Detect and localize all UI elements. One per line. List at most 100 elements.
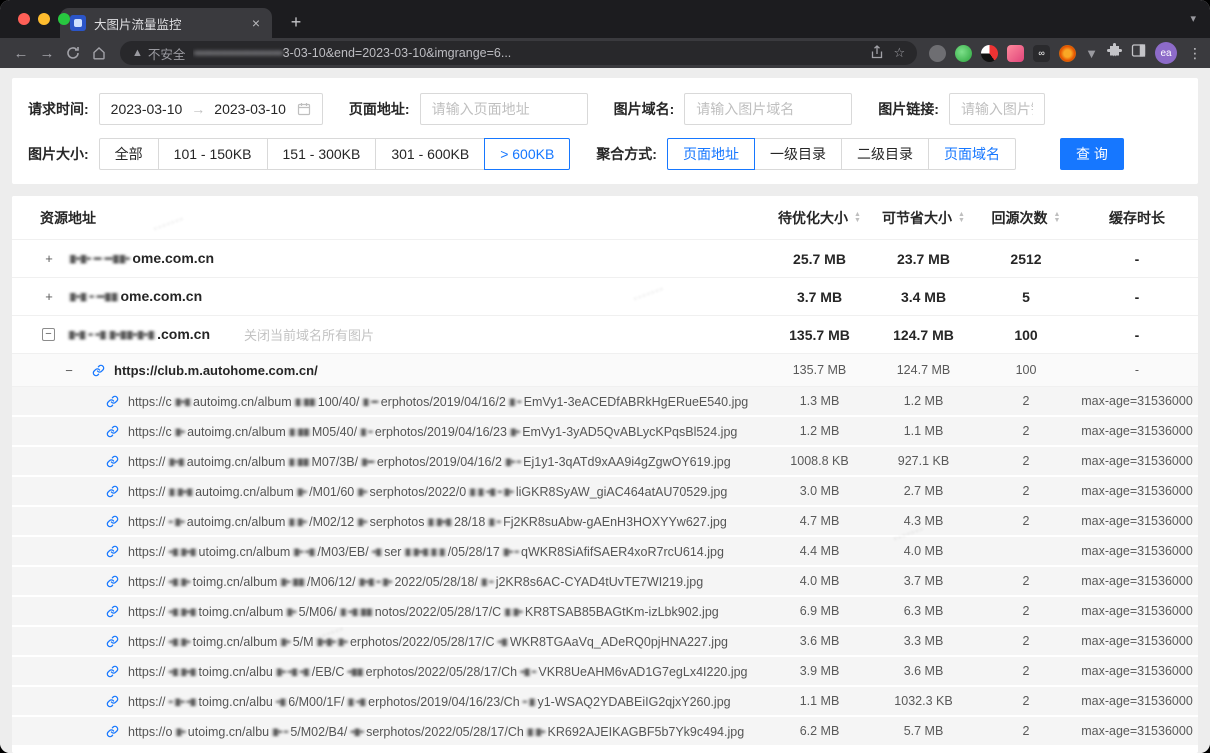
img-size-option[interactable]: 301 - 600KB — [375, 138, 485, 170]
cache-duration: max-age=31536000 — [1076, 604, 1198, 618]
profile-avatar[interactable]: ea — [1155, 42, 1177, 64]
close-window-button[interactable] — [18, 13, 30, 25]
reload-icon[interactable] — [60, 40, 86, 66]
column-header: 资源地址 — [12, 208, 768, 228]
new-tab-button[interactable]: + — [284, 12, 308, 33]
expand-icon[interactable]: + — [42, 251, 56, 266]
collapse-icon[interactable]: − — [42, 328, 55, 341]
resource-address-cell: https://▪ ▮▪ ▪▮toimg.cn/albu▪▮6/M00/1F/▮… — [12, 694, 768, 709]
close-domain-images-link[interactable]: 关闭当前域名所有图片 — [244, 325, 374, 344]
size-to-optimize: 3.7 MB — [768, 289, 871, 305]
extension-icon-pink[interactable] — [1007, 45, 1024, 62]
resource-address[interactable]: https://▪▮ ▮▪▮toimg.cn/albu▮▪ ▪▮ ▪▮/EB/C… — [128, 664, 748, 679]
img-link-input[interactable] — [949, 93, 1045, 125]
bookmark-star-icon[interactable]: ☆ — [893, 45, 905, 61]
tab-strip: 大图片流量监控 × + ▾ — [0, 0, 1210, 38]
address-bar[interactable]: ▲ 不安全 ▪▪▪▪▪▪▪▪▪▪▪▪▪▪▪▪▪▪▪▪▪▪▪▪▪▪3-03-10&… — [120, 41, 917, 65]
origin-count: 100 — [976, 363, 1076, 377]
column-header[interactable]: 待优化大小 ▲▼ — [768, 208, 871, 228]
resource-address[interactable]: https://▪ ▮▪autoimg.cn/album▮ ▮▪/M02/12▮… — [128, 514, 727, 529]
resource-address[interactable]: https://o▮▪utoimg.cn/albu▮▪ ▪5/M02/B4/▪▮… — [128, 724, 744, 739]
size-to-optimize: 4.7 MB — [768, 514, 871, 528]
origin-count: 2 — [976, 454, 1076, 468]
resource-address: ▮▪▮ ▪ ▪▮ ▮▪▮▮▪▮▪▮.com.cn — [65, 326, 210, 343]
column-header[interactable]: 可节省大小 ▲▼ — [871, 208, 976, 228]
column-header-label: 缓存时长 — [1109, 208, 1165, 228]
link-icon — [106, 725, 119, 738]
page-url-input[interactable] — [420, 93, 588, 125]
maximize-window-button[interactable] — [58, 13, 70, 25]
img-domain-input[interactable] — [684, 93, 852, 125]
resource-address[interactable]: https://▪▮ ▮▪▮utoimg.cn/album▮▪ ▪▮/M03/E… — [128, 544, 724, 559]
agg-mode-option[interactable]: 二级目录 — [841, 138, 929, 170]
extensions-row: ∞ ▼ ea ⋮ — [929, 42, 1202, 64]
agg-mode-option[interactable]: 页面地址 — [667, 138, 755, 170]
search-button[interactable]: 查 询 — [1060, 138, 1124, 170]
extensions-puzzle-icon[interactable] — [1107, 43, 1122, 63]
resource-address[interactable]: https://c▮▪▮autoimg.cn/album▮ ▮▮100/40/▮… — [128, 394, 748, 409]
extension-icon-lens[interactable] — [1059, 45, 1076, 62]
img-size-option[interactable]: > 600KB — [484, 138, 570, 170]
resource-address[interactable]: https://▪▮ ▮▪▮toimg.cn/album▮▪5/M06/▮ ▪▮… — [128, 604, 719, 619]
vue-devtools-icon[interactable]: ▼ — [1085, 46, 1098, 61]
resource-address-cell: https://▪ ▮▪autoimg.cn/album▮ ▮▪/M02/12▮… — [12, 514, 768, 529]
date-range-picker[interactable]: 2023-03-10 → 2023-03-10 — [99, 93, 323, 125]
column-header-label: 回源次数 — [992, 208, 1048, 228]
extension-icon-adblock[interactable] — [981, 45, 998, 62]
cache-duration: max-age=31536000 — [1076, 694, 1198, 708]
tab-search-chevron-icon[interactable]: ▾ — [1190, 12, 1196, 25]
side-panel-icon[interactable] — [1131, 43, 1146, 63]
home-icon[interactable] — [86, 40, 112, 66]
resource-address[interactable]: https://▮ ▮▪▮autoimg.cn/album▮▪/M01/60▮▪… — [128, 484, 727, 499]
img-domain-label: 图片域名: — [614, 99, 675, 119]
minimize-window-button[interactable] — [38, 13, 50, 25]
size-savable: 4.0 MB — [871, 544, 976, 558]
extension-icon-gray[interactable] — [929, 45, 946, 62]
origin-count: 2 — [976, 634, 1076, 648]
table-row: https://▪ ▮▪autoimg.cn/album▮ ▮▪/M02/12▮… — [12, 507, 1198, 537]
table-row: https://o▮▪utoimg.cn/albu▮▪ ▪5/M02/B4/▪▮… — [12, 717, 1198, 747]
window-controls — [18, 13, 70, 25]
cache-duration: - — [1076, 327, 1198, 343]
resource-address-cell: https://▮▪▮autoimg.cn/album▮ ▮▮M07/3B/▮▪… — [12, 454, 768, 469]
resource-address[interactable]: https://▪ ▮▪ ▪▮toimg.cn/albu▪▮6/M00/1F/▮… — [128, 694, 731, 709]
cache-duration: max-age=31536000 — [1076, 544, 1198, 558]
table-row: +▮▪▮ ▪ ▪▪▮▮ome.com.cn3.7 MB3.4 MB5- — [12, 278, 1198, 316]
resource-address[interactable]: https://▪▮ ▮▪toimg.cn/album▮▪ ▮▮/M06/12/… — [128, 574, 703, 589]
agg-mode-option[interactable]: 页面域名 — [928, 138, 1016, 170]
share-icon[interactable] — [871, 45, 883, 62]
sort-icons[interactable]: ▲▼ — [958, 212, 965, 224]
browser-tab[interactable]: 大图片流量监控 × — [60, 8, 272, 38]
resource-address[interactable]: https://club.m.autohome.com.cn/ — [114, 363, 318, 378]
back-icon[interactable]: ← — [8, 40, 34, 66]
sort-icons[interactable]: ▲▼ — [1054, 212, 1061, 224]
resource-address-cell: −▮▪▮ ▪ ▪▮ ▮▪▮▮▪▮▪▮.com.cn 关闭当前域名所有图片 — [12, 325, 768, 344]
column-header[interactable]: 回源次数 ▲▼ — [976, 208, 1076, 228]
column-header-label: 可节省大小 — [882, 208, 952, 228]
agg-mode-option[interactable]: 一级目录 — [754, 138, 842, 170]
img-size-option[interactable]: 101 - 150KB — [158, 138, 268, 170]
forward-icon[interactable]: → — [34, 40, 60, 66]
tab-close-icon[interactable]: × — [250, 15, 262, 31]
column-header-label: 待优化大小 — [778, 208, 848, 228]
extension-icon-green[interactable] — [955, 45, 972, 62]
cache-duration: max-age=31536000 — [1076, 454, 1198, 468]
resource-address[interactable]: https://▮▪▮autoimg.cn/album▮ ▮▮M07/3B/▮▪… — [128, 454, 731, 469]
img-size-option[interactable]: 全部 — [99, 138, 159, 170]
browser-menu-icon[interactable]: ⋮ — [1188, 45, 1202, 62]
resource-address: ▮▪▮▪ ▪▪ ▪▪▮▮▪ome.com.cn — [66, 250, 214, 267]
resource-address[interactable]: https://c▮▪autoimg.cn/album▮ ▮▮M05/40/▮ … — [128, 424, 737, 439]
date-start: 2023-03-10 — [111, 101, 183, 117]
img-size-option[interactable]: 151 - 300KB — [267, 138, 377, 170]
sort-icons[interactable]: ▲▼ — [854, 212, 861, 224]
extension-icon-mask[interactable]: ∞ — [1033, 45, 1050, 62]
size-to-optimize: 135.7 MB — [768, 363, 871, 377]
collapse-icon[interactable]: − — [62, 363, 76, 378]
resource-address[interactable]: https://▪▮ ▮▪toimg.cn/album▮▪5/M▮▪▮▪ ▮▪e… — [128, 634, 728, 649]
expand-icon[interactable]: + — [42, 289, 56, 304]
date-end: 2023-03-10 — [214, 101, 286, 117]
size-savable: 3.7 MB — [871, 574, 976, 588]
link-icon — [92, 364, 105, 377]
cache-duration: max-age=31536000 — [1076, 484, 1198, 498]
column-header: 缓存时长 — [1076, 208, 1198, 228]
